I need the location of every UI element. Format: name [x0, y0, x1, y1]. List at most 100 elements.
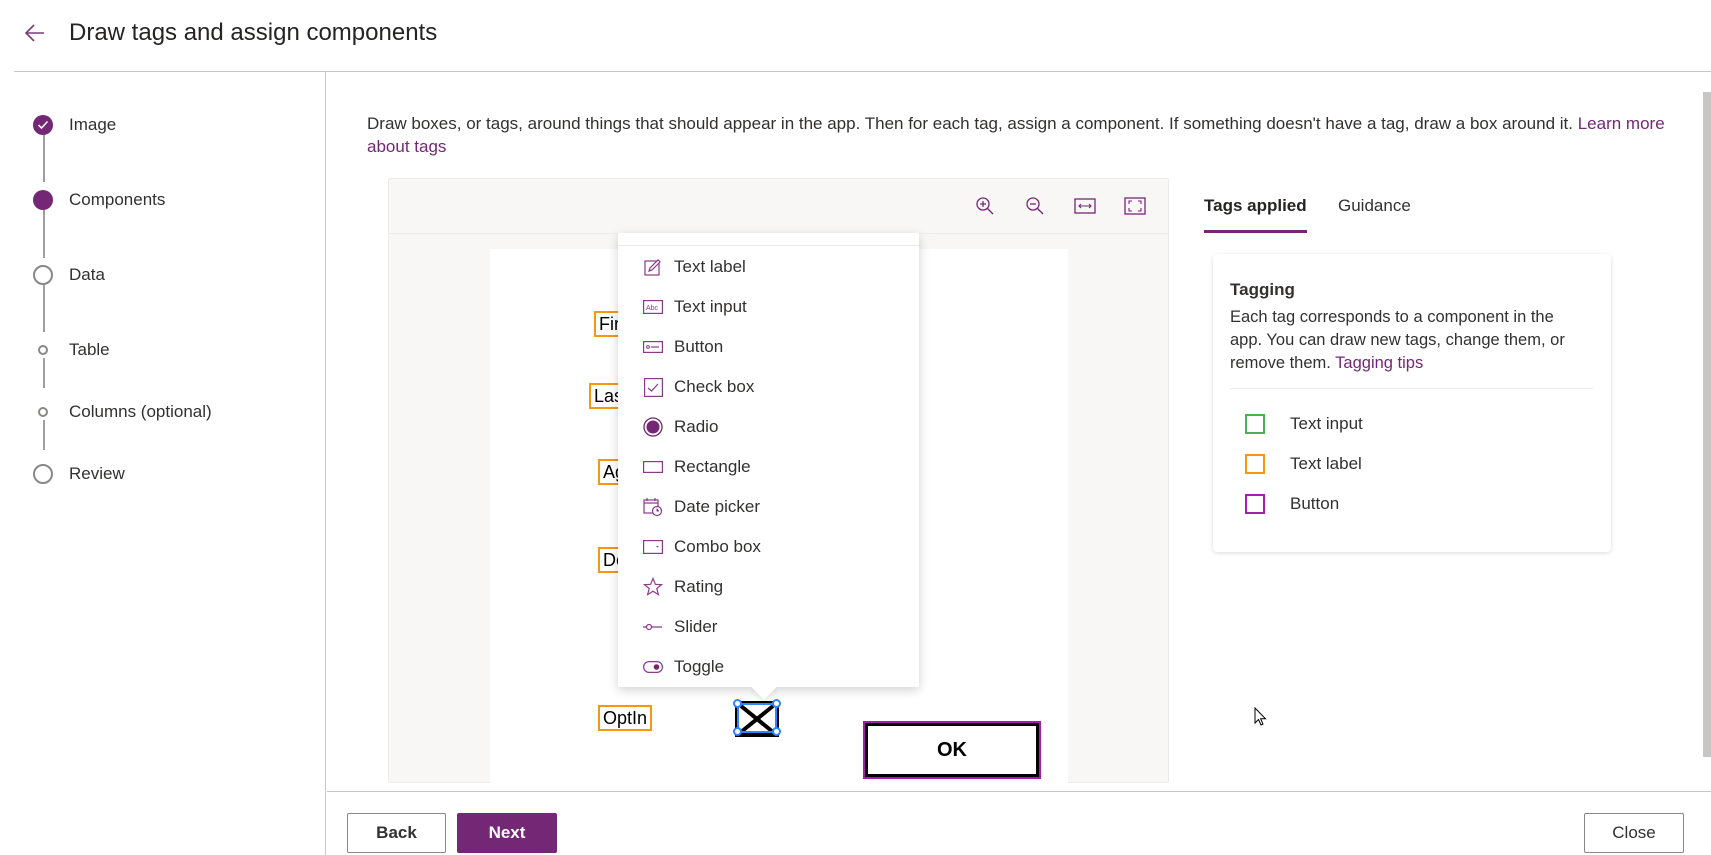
step-label: Data [69, 265, 105, 284]
toggle-icon [643, 661, 663, 673]
selected-tag[interactable] [733, 699, 781, 737]
combo-box-icon [643, 540, 663, 554]
date-picker-icon [643, 498, 663, 517]
slider-icon [643, 623, 662, 631]
menu-item-text-input[interactable]: Abc Text input [618, 287, 919, 327]
intro-description: Draw boxes, or tags, around things that … [367, 114, 1573, 133]
step-pending-marker [33, 265, 53, 285]
text-input-icon: Abc [643, 300, 663, 314]
menu-item-rating[interactable]: Rating [618, 567, 919, 607]
menu-item-label: Rectangle [674, 457, 751, 476]
main-content: Draw boxes, or tags, around things that … [327, 72, 1711, 792]
resize-handle[interactable] [772, 699, 781, 708]
step-connector [43, 135, 45, 182]
menu-item-rectangle[interactable]: Rectangle [618, 447, 919, 487]
zoom-in-icon [976, 197, 994, 215]
menu-item-label: Check box [674, 377, 755, 396]
card-title: Tagging [1230, 280, 1295, 299]
menu-item-label: Rating [674, 577, 724, 596]
close-button[interactable]: Close [1584, 813, 1684, 853]
step-sub-marker [33, 340, 53, 360]
purple-square-icon [1245, 494, 1265, 514]
legend-item-text-label: Text label [1245, 453, 1362, 475]
back-button[interactable]: Back [347, 813, 446, 853]
resize-handle[interactable] [733, 699, 742, 708]
menu-item-label: Text label [674, 257, 746, 276]
step-label: Columns (optional) [69, 402, 212, 421]
active-tab-indicator [1204, 230, 1307, 233]
svg-text:Abc: Abc [646, 305, 659, 312]
menu-item-slider[interactable]: Slider [618, 607, 919, 647]
zoom-out-icon [1026, 197, 1044, 215]
menu-item-label: Radio [674, 417, 719, 436]
menu-item-label: Button [674, 337, 724, 356]
step-connector [43, 420, 45, 450]
step-completed-marker [33, 115, 53, 135]
green-square-icon [1245, 414, 1265, 434]
menu-item-text-label[interactable]: Text label [618, 247, 919, 287]
star-icon [643, 577, 663, 596]
step-connector [43, 285, 45, 332]
back-arrow-button[interactable] [22, 20, 48, 46]
zoom-out-button[interactable] [1022, 193, 1048, 219]
radio-icon [643, 417, 663, 437]
legend-item-button: Button [1245, 493, 1339, 515]
menu-item-radio[interactable]: Radio [618, 407, 919, 447]
card-divider [1230, 388, 1593, 389]
resize-handle[interactable] [772, 727, 781, 736]
menu-item-combo-box[interactable]: Combo box [618, 527, 919, 567]
step-pending-marker [33, 464, 53, 484]
menu-item-label: Text input [674, 297, 747, 316]
wizard-steps: Image Components Data Table Columns (opt… [0, 72, 326, 855]
orange-square-icon [1245, 454, 1265, 474]
fit-page-button[interactable] [1122, 193, 1148, 219]
legend-label: Button [1290, 494, 1340, 513]
menu-item-button[interactable]: Button [618, 327, 919, 367]
page-header: Draw tags and assign components [0, 0, 1711, 72]
checkbox-icon [643, 377, 663, 397]
step-label: Image [69, 115, 117, 134]
text-label-tag[interactable]: OptIn [598, 705, 653, 731]
checkmark-icon [37, 120, 49, 130]
zoom-in-button[interactable] [972, 193, 998, 219]
footer-divider [327, 791, 1711, 792]
fit-width-icon [1074, 198, 1096, 214]
fit-width-button[interactable] [1072, 193, 1098, 219]
legend-label: Text input [1290, 414, 1363, 433]
tab-tags-applied[interactable]: Tags applied [1204, 196, 1307, 216]
mouse-cursor-icon [1254, 707, 1267, 726]
arrow-left-icon [24, 24, 44, 42]
button-tag[interactable]: OK [863, 721, 1041, 779]
canvas-toolbar [389, 179, 1168, 234]
step-label: Review [69, 464, 125, 483]
tab-guidance[interactable]: Guidance [1338, 196, 1411, 216]
rectangle-icon [643, 461, 663, 473]
step-current-marker [33, 190, 53, 210]
tagging-tips-link[interactable]: Tagging tips [1335, 354, 1423, 372]
intro-text: Draw boxes, or tags, around things that … [367, 112, 1687, 158]
menu-item-date-picker[interactable]: Date picker [618, 487, 919, 527]
resize-handle[interactable] [733, 727, 742, 736]
component-picker-menu: Text label Abc Text input Button Check b… [618, 233, 919, 700]
vertical-scrollbar[interactable] [1703, 72, 1711, 792]
step-label: Table [69, 340, 110, 359]
step-sub-marker [33, 402, 53, 422]
page-title: Draw tags and assign components [69, 19, 438, 46]
tagging-card: Tagging Each tag corresponds to a compon… [1213, 254, 1611, 552]
menu-item-label: Combo box [674, 537, 761, 556]
menu-item-checkbox[interactable]: Check box [618, 367, 919, 407]
legend-label: Text label [1290, 454, 1362, 473]
menu-divider [618, 245, 919, 246]
card-description: Each tag corresponds to a component in t… [1230, 306, 1590, 375]
scrollbar-thumb[interactable] [1703, 92, 1711, 757]
text-label-icon [644, 259, 661, 276]
legend-item-text-input: Text input [1245, 413, 1363, 435]
menu-item-label: Date picker [674, 497, 760, 516]
step-label: Components [69, 190, 166, 209]
menu-item-label: Toggle [674, 657, 725, 676]
fit-page-icon [1124, 197, 1146, 215]
step-connector [43, 210, 45, 258]
ok-button-image: OK [865, 723, 1039, 777]
menu-item-label: Slider [674, 617, 718, 636]
next-button[interactable]: Next [457, 813, 557, 853]
